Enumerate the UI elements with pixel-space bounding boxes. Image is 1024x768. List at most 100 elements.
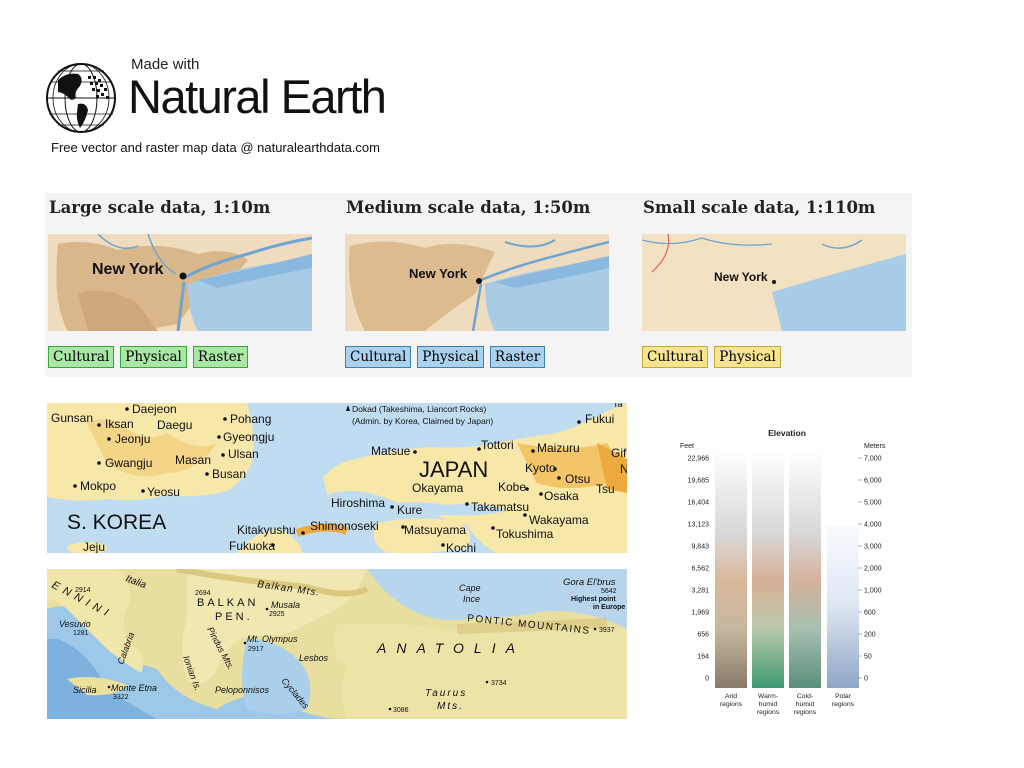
label-etna-elevation: 3322: [113, 694, 129, 701]
label-taurus: Taurus: [425, 688, 467, 699]
label-pen: PEN.: [215, 611, 253, 623]
medium-scale-buttons: Cultural Physical Raster: [345, 346, 546, 368]
city-fukuoka: Fukuoka: [229, 539, 275, 553]
label-3086: 3086: [393, 707, 409, 714]
label-cape: Cape: [459, 583, 481, 593]
feet-tick-label: 656: [697, 632, 709, 639]
city-yeosu: Yeosu: [147, 485, 180, 499]
warm-humid-bar: [752, 450, 784, 688]
meters-tick-label: 200: [864, 632, 876, 639]
city-n-partial: N: [620, 462, 627, 476]
city-matsue: Matsue: [371, 444, 411, 458]
city-masan: Masan: [175, 453, 211, 467]
large-physical-button[interactable]: Physical: [120, 346, 187, 368]
city-busan: Busan: [212, 467, 246, 481]
city-jeju: Jeju: [83, 540, 105, 553]
meters-tick-label: 4,000: [864, 522, 882, 529]
medium-scale-map: New York: [345, 234, 609, 331]
label-elbrus-elevation: 5642: [601, 588, 617, 595]
small-cultural-button[interactable]: Cultural: [642, 346, 709, 368]
city-tottori: Tottori: [481, 438, 514, 452]
city-pohang: Pohang: [230, 412, 271, 426]
meters-tick-label: 3,000: [864, 544, 882, 551]
medium-raster-button[interactable]: Raster: [489, 346, 546, 368]
feet-tick-label: 164: [697, 654, 709, 661]
label-mt-olympus: Mt. Olympus: [247, 634, 298, 644]
city-tokushima: Tokushima: [496, 527, 554, 541]
label-lesbos: Lesbos: [299, 653, 329, 663]
city-gyeongju: Gyeongju: [223, 430, 274, 444]
elevation-column-label: Warm-: [758, 693, 778, 700]
city-otsu: Otsu: [565, 472, 590, 486]
country-south-korea: S. KOREA: [67, 511, 166, 534]
meters-tick-label: 0: [864, 676, 868, 683]
meters-tick-label: 1,000: [864, 588, 882, 595]
label-vesuvio: Vesuvio: [59, 619, 91, 629]
arid-bar: [715, 450, 747, 688]
meters-tick-label: 2,000: [864, 566, 882, 573]
city-tsu: Tsu: [596, 482, 615, 496]
elevation-column-label: regions: [720, 701, 743, 708]
feet-tick-label: 16,404: [688, 500, 710, 507]
city-kure: Kure: [397, 503, 423, 517]
country-japan: JAPAN: [419, 457, 488, 482]
feet-tick-label: 9,843: [691, 544, 709, 551]
large-scale-panel: Large scale data, 1:10m New York Cultura…: [45, 193, 315, 377]
city-kyoto: Kyoto: [525, 461, 556, 475]
cold-humid-bar: [789, 450, 821, 688]
label-musala: Musala: [271, 600, 300, 610]
city-maizuru: Maizuru: [537, 441, 580, 455]
elevation-legend: Elevation Feet Meters 22,966 7,000 19,685 6…: [680, 428, 886, 716]
elevation-column-label: Arid: [725, 693, 737, 700]
city-hiroshima: Hiroshima: [331, 496, 385, 510]
feet-tick-label: 6,562: [691, 566, 709, 573]
label-musala-elevation: 2925: [269, 611, 285, 618]
feet-tick-label: 13,123: [688, 522, 710, 529]
medium-scale-city-label: New York: [409, 266, 468, 281]
label-highest-point: Highest point: [571, 596, 616, 603]
meters-tick-label: 7,000: [864, 456, 882, 463]
meters-tick-label: 600: [864, 610, 876, 617]
city-fukui: Fukui: [585, 412, 614, 426]
tagline: Free vector and raster map data @ natura…: [51, 140, 380, 155]
small-scale-buttons: Cultural Physical: [642, 346, 781, 368]
meters-label: Meters: [864, 443, 886, 450]
city-iksan: Iksan: [105, 417, 134, 431]
city-gwangju: Gwangju: [105, 456, 152, 470]
meters-tick-label: 6,000: [864, 478, 882, 485]
city-ulsan: Ulsan: [228, 447, 259, 461]
label-ince: Ince: [463, 594, 480, 604]
elevation-title: Elevation: [768, 428, 806, 438]
meters-tick-label: 50: [864, 654, 872, 661]
takeshima-annotation: Dokad (Takeshima, Liancort Rocks): [352, 404, 486, 414]
takeshima-claim-annotation: (Admin. by Korea, Claimed by Japan): [352, 416, 493, 426]
feet-label: Feet: [680, 443, 694, 450]
label-vesuvio-elevation: 1281: [73, 630, 89, 637]
label-olympus-elevation: 2917: [248, 646, 264, 653]
small-scale-city-label: New York: [714, 270, 768, 284]
city-gif-partial: Gif: [611, 446, 627, 460]
medium-physical-button[interactable]: Physical: [417, 346, 484, 368]
large-scale-title: Large scale data, 1:10m: [49, 198, 271, 217]
label-monte-etna: Monte Etna: [111, 683, 157, 693]
label-3734: 3734: [491, 680, 507, 687]
elevation-column-label: humid: [759, 701, 778, 708]
large-raster-button[interactable]: Raster: [192, 346, 249, 368]
label-balkan: BALKAN: [197, 597, 258, 609]
city-jeonju: Jeonju: [115, 432, 150, 446]
meters-tick-label: 5,000: [864, 500, 882, 507]
city-kitakyushu: Kitakyushu: [237, 523, 296, 537]
feet-tick-label: 3,281: [691, 588, 709, 595]
feet-tick-label: 0: [705, 676, 709, 683]
medium-cultural-button[interactable]: Cultural: [345, 346, 412, 368]
large-scale-city-label: New York: [92, 261, 164, 278]
city-mokpo: Mokpo: [80, 479, 116, 493]
small-physical-button[interactable]: Physical: [714, 346, 781, 368]
city-daejeon: Daejeon: [132, 403, 177, 416]
city-matsuyama: Matsuyama: [404, 523, 466, 537]
large-scale-map: New York: [48, 234, 312, 331]
elevation-column-label: Polar: [835, 693, 852, 700]
city-takamatsu: Takamatsu: [471, 500, 529, 514]
city-kochi: Kochi: [446, 541, 476, 553]
large-cultural-button[interactable]: Cultural: [48, 346, 115, 368]
